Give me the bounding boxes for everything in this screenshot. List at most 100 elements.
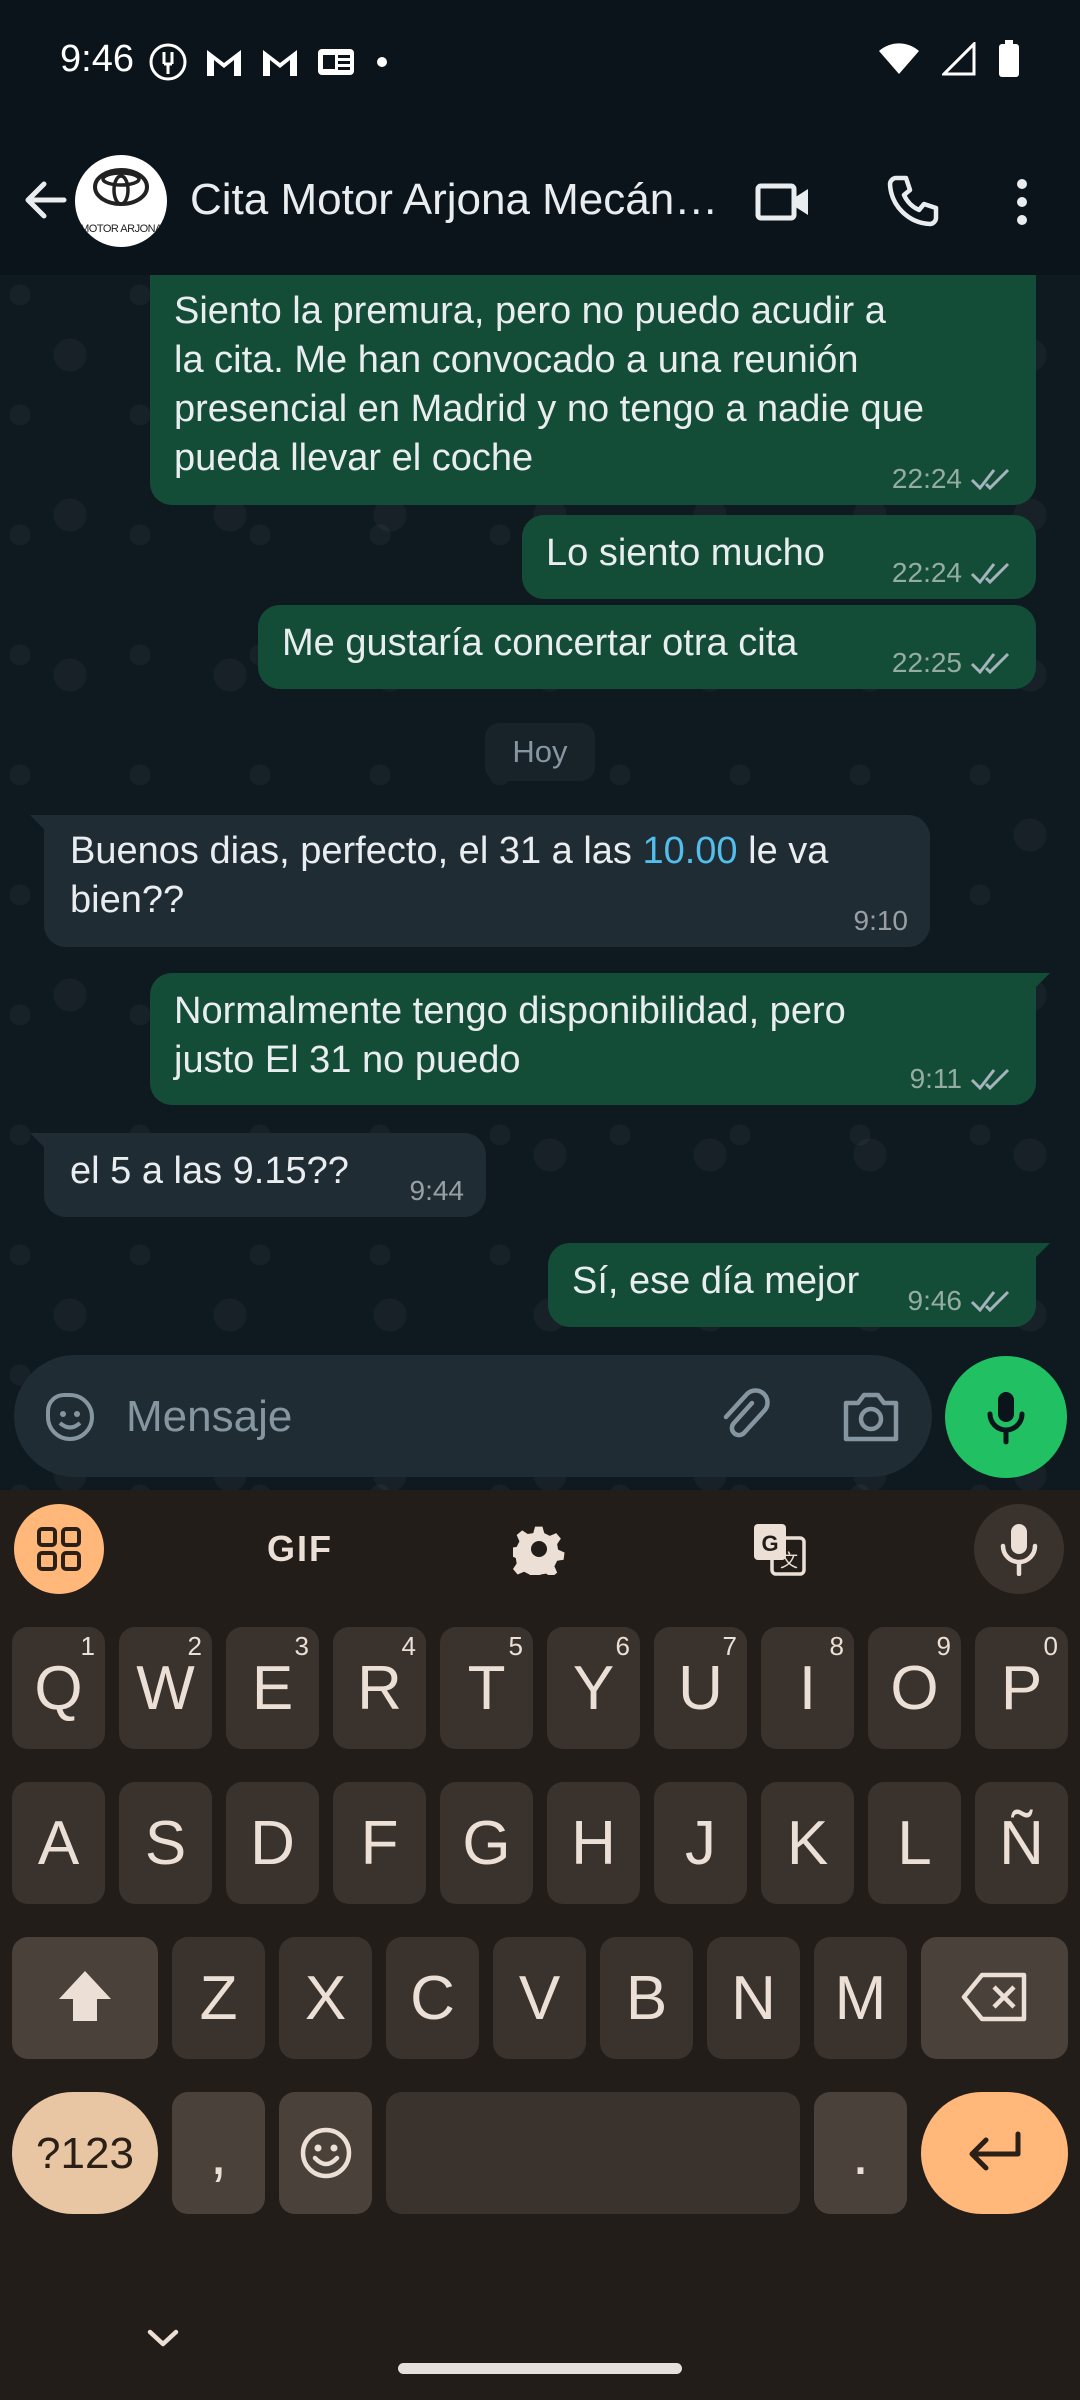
key-m[interactable]: M (814, 1937, 907, 2059)
phone-call-icon[interactable] (880, 170, 944, 234)
date-link[interactable]: 10.00 (642, 830, 737, 872)
battery-icon (999, 40, 1019, 77)
key-q[interactable]: Q1 (12, 1627, 105, 1749)
chat-title[interactable]: Cita Motor Arjona Mecán… (190, 175, 725, 225)
more-options-icon[interactable] (990, 170, 1054, 234)
message-text: el 5 a las 9.15?? (70, 1150, 349, 1192)
voice-typing-button[interactable] (974, 1504, 1064, 1594)
status-bar: 9:46 (0, 0, 1080, 130)
message-time: 9:44 (409, 1175, 465, 1206)
translate-button[interactable]: G文 (734, 1504, 824, 1594)
microphone-icon (1000, 1524, 1038, 1576)
status-time: 9:46 (60, 38, 134, 80)
message-time: 22:24 (891, 463, 962, 494)
attach-icon[interactable] (714, 1385, 774, 1447)
message-time: 9:11 (909, 1063, 962, 1094)
key-s[interactable]: S (119, 1782, 212, 1904)
space-key[interactable] (386, 2092, 800, 2214)
back-arrow-icon[interactable] (18, 172, 74, 228)
message-bubble-outgoing[interactable]: Siento la premura, pero no puedo acudir … (150, 275, 1036, 505)
key-d[interactable]: D (226, 1782, 319, 1904)
key-l[interactable]: L (868, 1782, 961, 1904)
dot-icon (377, 57, 387, 67)
double-check-icon (970, 468, 1010, 491)
gif-label: GIF (267, 1528, 333, 1569)
key-n[interactable]: N (707, 1937, 800, 2059)
key-h[interactable]: H (547, 1782, 640, 1904)
key-j[interactable]: J (654, 1782, 747, 1904)
message-bubble-outgoing[interactable]: Normalmente tengo disponibilidad, pero j… (150, 973, 1050, 1105)
home-gesture-bar[interactable] (398, 2363, 682, 2374)
message-meta: 9:46 (908, 1285, 1015, 1317)
message-composer[interactable]: Mensaje (14, 1355, 932, 1477)
key-t[interactable]: T5 (440, 1627, 533, 1749)
message-bubble-outgoing[interactable]: Me gustaría concertar otra cita 22:25 (258, 605, 1036, 689)
avatar[interactable]: MOTOR ARJONA (75, 155, 167, 247)
backspace-key[interactable] (921, 1937, 1068, 2059)
message-bubble-outgoing[interactable]: Sí, ese día mejor 9:46 (548, 1243, 1050, 1327)
period-key[interactable]: . (814, 2092, 907, 2214)
video-call-icon[interactable] (752, 170, 816, 234)
svg-text:G: G (761, 1531, 778, 1556)
message-time: 9:10 (853, 905, 909, 936)
key-b[interactable]: B (600, 1937, 693, 2059)
key-g[interactable]: G (440, 1782, 533, 1904)
key-u[interactable]: U7 (654, 1627, 747, 1749)
system-status (878, 40, 1020, 78)
sticker-icon[interactable] (40, 1387, 100, 1447)
news-icon (318, 49, 354, 75)
key-r[interactable]: R4 (333, 1627, 426, 1749)
message-meta: 9:44 (410, 1175, 465, 1207)
shift-arrow-icon (59, 1971, 111, 2021)
shift-key[interactable] (12, 1937, 158, 2059)
bubble-tail (30, 815, 48, 833)
key-p[interactable]: P0 (975, 1627, 1068, 1749)
key-i[interactable]: I8 (761, 1627, 854, 1749)
avatar-text: MOTOR ARJONA (80, 223, 162, 235)
comma-key[interactable]: , (172, 2092, 265, 2214)
svg-text:文: 文 (780, 1551, 798, 1572)
camera-icon[interactable] (840, 1387, 902, 1445)
key-n-tilde[interactable]: Ñ (975, 1782, 1068, 1904)
message-meta: 9:10 (854, 905, 909, 937)
key-y[interactable]: Y6 (547, 1627, 640, 1749)
message-bubble-incoming[interactable]: Buenos dias, perfecto, el 31 a las 10.00… (30, 815, 930, 947)
translate-icon: G文 (754, 1524, 806, 1576)
key-z[interactable]: Z (172, 1937, 265, 2059)
apps-grid-icon (37, 1527, 81, 1571)
key-k[interactable]: K (761, 1782, 854, 1904)
message-text: Normalmente tengo disponibilidad, pero j… (174, 990, 846, 1081)
chat-area[interactable]: Siento la premura, pero no puedo acudir … (0, 275, 1080, 1490)
key-a[interactable]: A (12, 1782, 105, 1904)
key-f[interactable]: F (333, 1782, 426, 1904)
enter-arrow-icon (969, 2131, 1020, 2171)
gif-button[interactable]: GIF (250, 1504, 350, 1594)
key-e[interactable]: E3 (226, 1627, 319, 1749)
symbols-key[interactable]: ?123 (12, 2092, 158, 2214)
key-o[interactable]: O9 (868, 1627, 961, 1749)
key-c[interactable]: C (386, 1937, 479, 2059)
message-bubble-incoming[interactable]: el 5 a las 9.15?? 9:44 (30, 1133, 486, 1217)
apps-grid-button[interactable] (14, 1504, 104, 1594)
key-w[interactable]: W2 (119, 1627, 212, 1749)
podcast-icon (149, 43, 187, 81)
message-input[interactable]: Mensaje (126, 1392, 292, 1442)
keyboard: GIF G文 Q1 W2 E3 R4 T5 Y6 U7 I8 O9 P0 A S… (0, 1490, 1080, 2400)
keyboard-settings-button[interactable] (494, 1504, 584, 1594)
bubble-tail (30, 1133, 48, 1151)
message-meta: 22:24 (892, 557, 1014, 589)
key-x[interactable]: X (279, 1937, 372, 2059)
enter-key[interactable] (921, 2092, 1068, 2214)
message-bubble-outgoing[interactable]: Lo siento mucho 22:24 (522, 515, 1036, 599)
hide-keyboard-chevron-icon[interactable] (138, 2318, 188, 2358)
message-text: Siento la premura, pero no puedo acudir … (174, 290, 924, 479)
voice-message-button[interactable] (945, 1356, 1067, 1478)
key-v[interactable]: V (493, 1937, 586, 2059)
chat-header: MOTOR ARJONA Cita Motor Arjona Mecán… (0, 130, 1080, 275)
emoji-icon (300, 2127, 351, 2179)
toyota-logo-icon (93, 168, 149, 206)
bubble-tail (1032, 1243, 1050, 1261)
emoji-key[interactable] (279, 2092, 372, 2214)
gear-icon (513, 1526, 565, 1575)
double-check-icon (970, 1068, 1010, 1091)
